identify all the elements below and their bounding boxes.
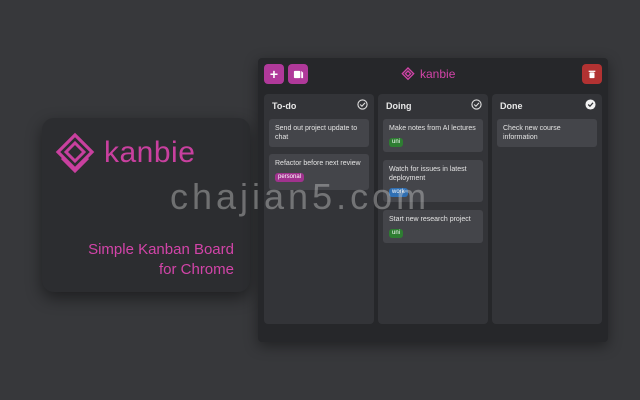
task-card[interactable]: Watch for issues in latest deployment wo…	[383, 160, 483, 202]
card-text: Check new course information	[503, 125, 561, 141]
tag-personal: personal	[275, 173, 305, 182]
promo-card: kanbie Simple Kanban Board for Chrome	[42, 118, 250, 292]
task-card[interactable]: Make notes from AI lectures uni	[383, 119, 483, 152]
kanbie-logo-small-icon	[401, 67, 415, 81]
tag-uni: uni	[389, 229, 404, 238]
column-title: To-do	[272, 101, 297, 111]
check-circle-icon[interactable]	[471, 99, 482, 110]
kanbie-logo-icon	[55, 132, 95, 174]
column-doing: Doing Make notes from AI lectures uni Wa…	[378, 94, 488, 324]
header-brand-name: kanbie	[420, 67, 456, 81]
delete-button[interactable]	[582, 64, 602, 84]
card-text: Send out project update to chat	[275, 125, 358, 141]
promo-logo: kanbie	[54, 132, 195, 174]
column-title: Done	[500, 101, 523, 111]
promo-tagline-line2: for Chrome	[158, 261, 234, 278]
check-circle-icon[interactable]	[357, 99, 368, 110]
column-title: Doing	[386, 101, 412, 111]
promo-tagline-line1: Simple Kanban Board	[88, 241, 234, 258]
task-card[interactable]: Send out project update to chat	[269, 119, 369, 147]
add-card-button[interactable]: +	[264, 64, 284, 84]
task-card[interactable]: Start new research project uni	[383, 210, 483, 243]
column-todo: To-do Send out project update to chat Re…	[264, 94, 374, 324]
app-header: + kanbie	[258, 58, 608, 92]
note-icon	[293, 70, 303, 78]
kanban-board: To-do Send out project update to chat Re…	[264, 94, 602, 324]
check-circle-filled-icon[interactable]	[585, 99, 596, 110]
promo-tagline: Simple Kanban Board for Chrome	[88, 240, 234, 280]
column-done: Done Check new course information	[492, 94, 602, 324]
tag-work: work	[389, 188, 408, 197]
header-brand: kanbie	[401, 67, 455, 81]
tag-uni: uni	[389, 138, 404, 147]
task-card[interactable]: Check new course information	[497, 119, 597, 147]
card-text: Start new research project	[389, 216, 471, 223]
notes-button[interactable]	[288, 64, 308, 84]
card-text: Watch for issues in latest deployment	[389, 166, 467, 182]
kanbie-app-window: + kanbie To-do Send out project update t…	[258, 58, 608, 342]
card-text: Make notes from AI lectures	[389, 125, 476, 132]
trash-icon	[588, 70, 596, 79]
plus-icon: +	[269, 66, 279, 82]
task-card[interactable]: Refactor before next review personal	[269, 154, 369, 190]
promo-brand-name: kanbie	[104, 136, 196, 169]
card-text: Refactor before next review	[275, 160, 361, 167]
